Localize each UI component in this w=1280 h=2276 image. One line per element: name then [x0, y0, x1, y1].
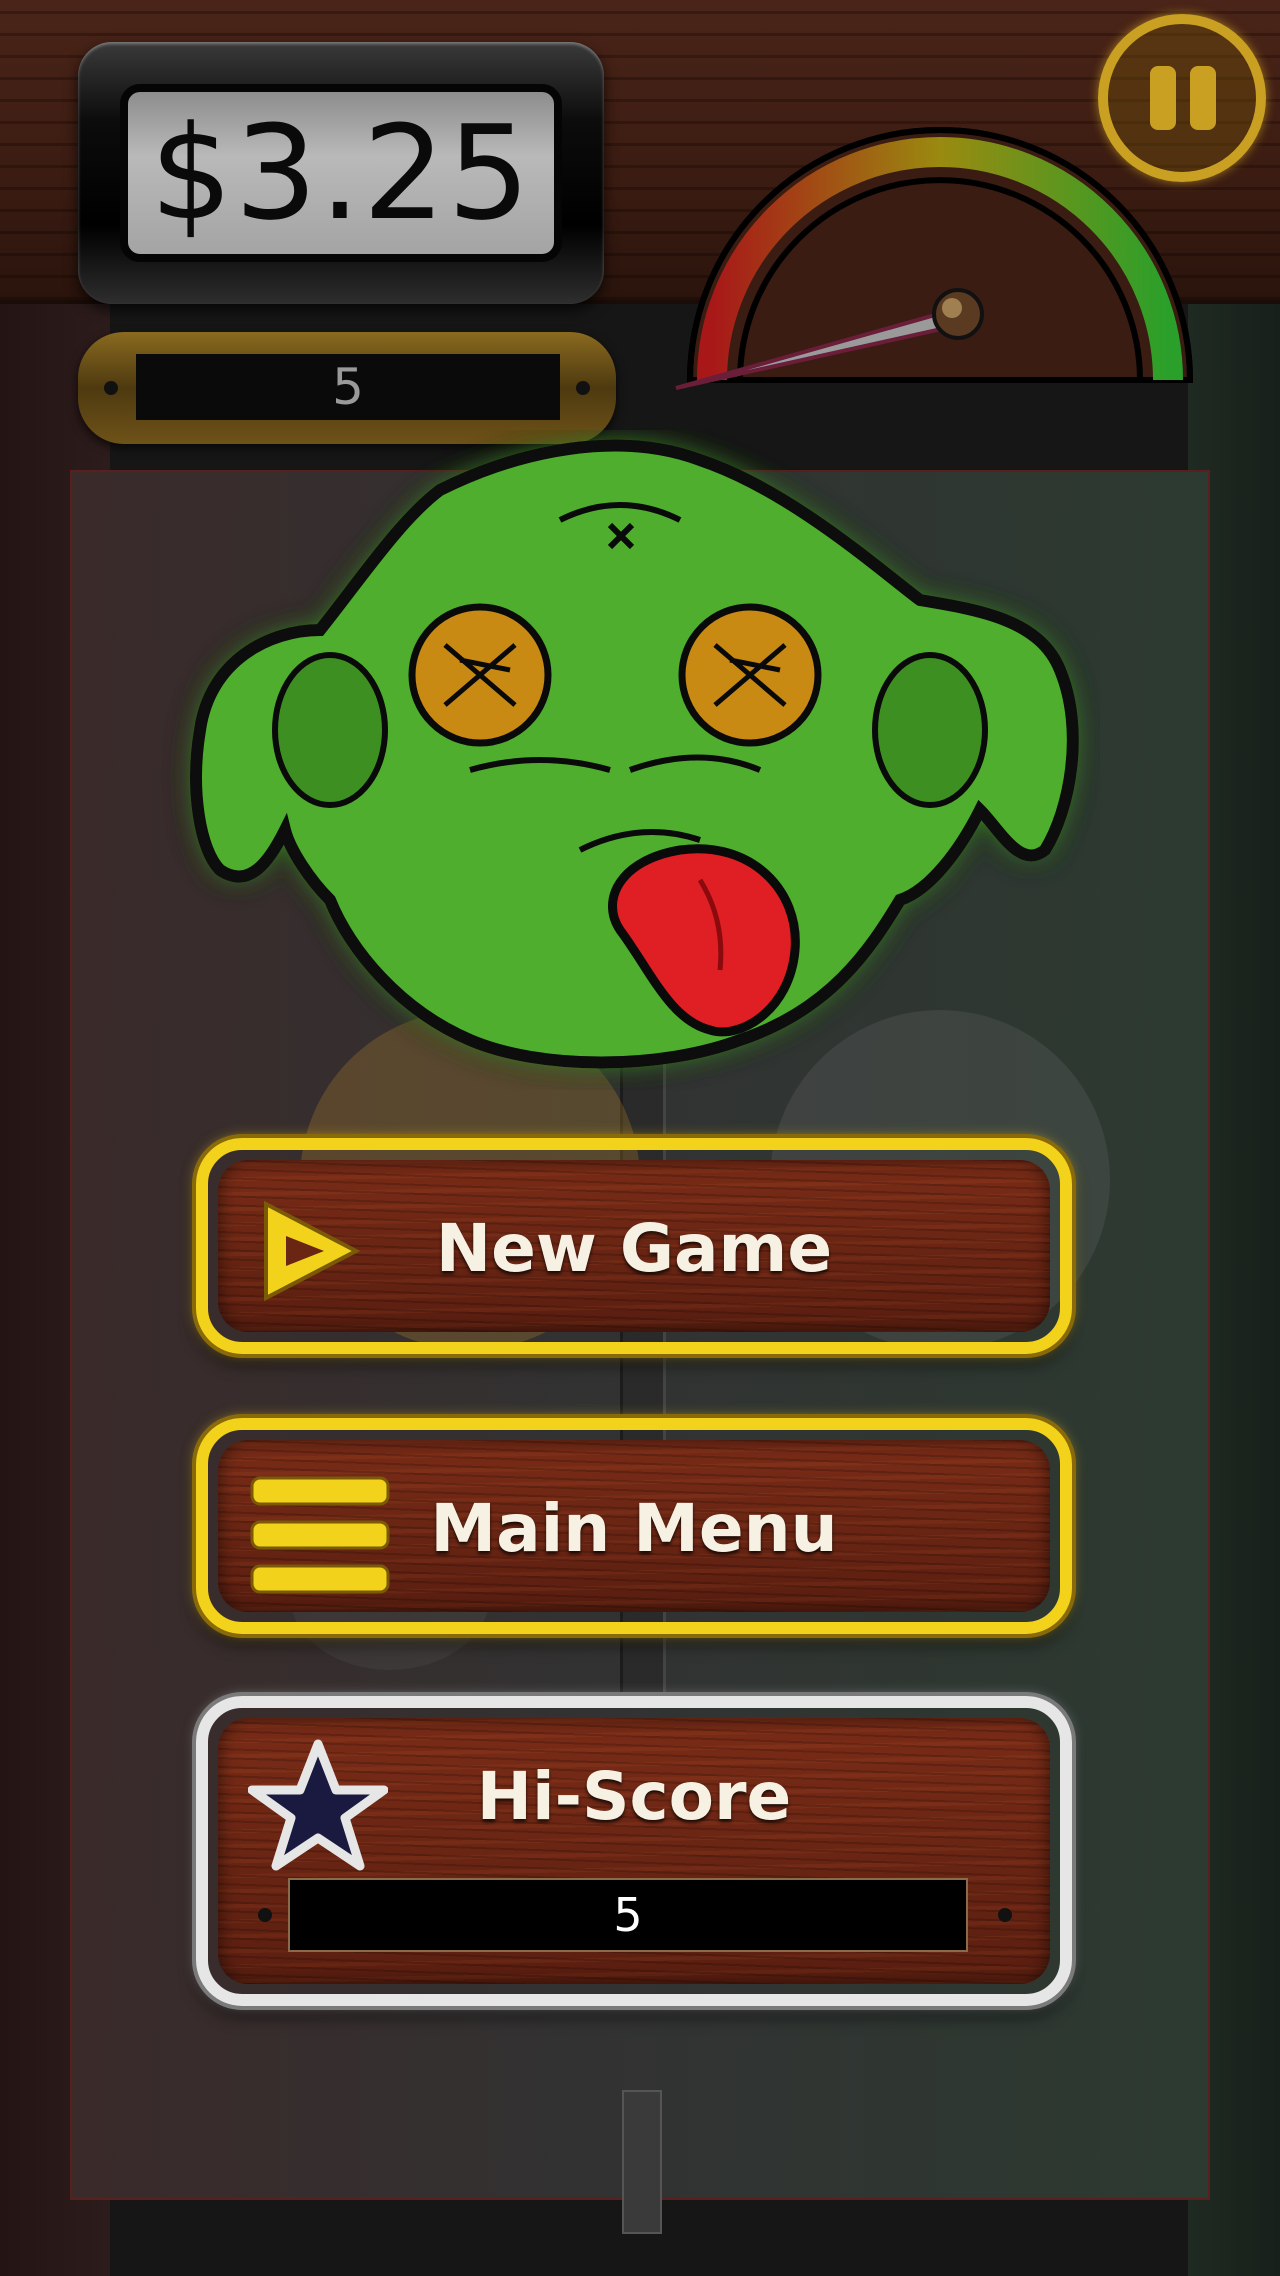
money-value: $3.25 [149, 97, 533, 249]
pause-icon [1150, 66, 1176, 130]
counter-value: 5 [332, 358, 364, 416]
hiscore-label: Hi-Score [476, 1758, 792, 1835]
pause-button[interactable] [1098, 14, 1266, 182]
bottom-slot [622, 2090, 662, 2234]
screw-icon [998, 1908, 1012, 1922]
hiscore-value: 5 [613, 1888, 643, 1942]
screw-icon [576, 381, 590, 395]
screw-icon [258, 1908, 272, 1922]
new-game-label: New Game [435, 1210, 833, 1287]
new-game-button[interactable]: New Game [196, 1138, 1072, 1354]
dead-goblin-face-icon [190, 439, 1079, 1069]
x-eye-right-icon [678, 603, 822, 747]
main-menu-label: Main Menu [430, 1490, 838, 1567]
hiscore-display: 5 [288, 1878, 968, 1952]
money-screen: $3.25 [120, 84, 562, 262]
counter-screen: 5 [136, 354, 560, 420]
pause-icon [1190, 66, 1216, 130]
main-menu-button[interactable]: Main Menu [196, 1418, 1072, 1634]
money-display: $3.25 [78, 42, 604, 304]
hiscore-panel: Hi-Score 5 [196, 1696, 1072, 2006]
counter-plaque: 5 [78, 332, 616, 444]
x-eye-left-icon [408, 603, 552, 747]
game-over-screen: $3.25 5 New Game Main Menu Hi-Score 5 [0, 0, 1280, 2276]
screw-icon [104, 381, 118, 395]
